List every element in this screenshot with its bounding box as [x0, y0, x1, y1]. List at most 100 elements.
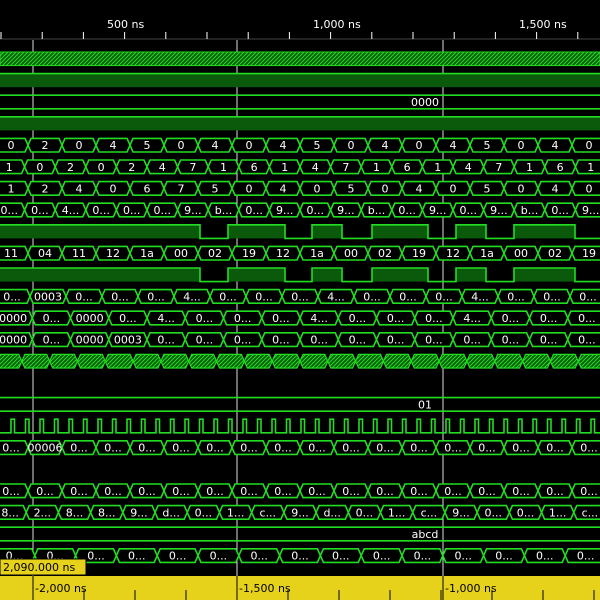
bus-value: 4 — [465, 161, 472, 174]
bus-value: 4 — [450, 139, 457, 152]
bus-value: 4 — [416, 182, 423, 195]
bus-value: 00006 — [28, 442, 63, 455]
hatched-segment — [438, 353, 468, 369]
row-const-01[interactable]: 01 — [0, 396, 600, 413]
bus-value: 0... — [274, 485, 292, 498]
bus-value: 8... — [98, 506, 116, 519]
bus-value: 0... — [169, 550, 187, 563]
bus-value: 0... — [196, 334, 214, 347]
bus-value: 4... — [157, 312, 175, 325]
bus-value: 4... — [310, 312, 328, 325]
row-bus-j[interactable]: 0... 0... 0... 0... 0... 0... 0... 0... 0... 0...… — [0, 483, 600, 499]
bus-value: 0... — [485, 506, 503, 519]
row-hatched-14[interactable] — [0, 353, 600, 369]
bus-value: 0 — [36, 161, 43, 174]
bus-value: 00 — [344, 247, 358, 260]
cursor-time-label[interactable]: 2,090.000 ns — [0, 558, 87, 576]
bus-value: 12 — [106, 247, 120, 260]
bus-value: 0 — [246, 182, 253, 195]
bus-value: 2 — [128, 161, 135, 174]
cursor-time-value: 2,090.000 ns — [3, 561, 75, 574]
row-digital-8[interactable] — [0, 224, 600, 240]
bus-value: 1a — [480, 247, 494, 260]
bus-value: 0... — [478, 485, 496, 498]
row-flat-3[interactable] — [0, 116, 600, 131]
bus-value: 7 — [495, 161, 502, 174]
bus-value: 11 — [72, 247, 86, 260]
row-bus-l[interactable]: 0... 0... 0... 0... 0... 0... 0... 0... 0... 0...… — [0, 548, 600, 564]
hatched-segment — [271, 353, 301, 369]
bus-value: 0000 — [76, 312, 104, 325]
row-bus-b[interactable]: 1 0 2 0 2 4 7 1 6 1 4 7 1 6 1 4 7 1 6 1 — [0, 159, 600, 175]
row-bus-d[interactable]: 0... 0... 4... 0... 0... 0... 9... b... 0... 9...… — [0, 202, 600, 218]
row-bus-k[interactable]: 8... 2... 8... 8... 9... d... 0... 1... c... 9...… — [0, 504, 600, 520]
bus-value: 0... — [240, 485, 258, 498]
row-bus-e[interactable]: 11 04 11 12 1a 00 02 19 12 1a 00 02 19 12 1a 00 02 19 — [0, 245, 600, 261]
bus-value: 0... — [138, 485, 156, 498]
bus-value: 0... — [43, 334, 61, 347]
bus-value: 6 — [144, 182, 151, 195]
bus-value: 0... — [460, 204, 478, 217]
row-bus-a[interactable]: 0 2 0 4 5 0 4 0 4 5 0 4 0 4 5 0 4 0 — [0, 137, 600, 153]
bus-value: 4 — [76, 182, 83, 195]
bus-value: 0... — [70, 442, 88, 455]
bus-value: 1 — [434, 161, 441, 174]
bus-value: 0... — [310, 334, 328, 347]
bus-value: 0 — [518, 139, 525, 152]
bus-value: 0... — [517, 506, 535, 519]
bus-value: 0... — [272, 312, 290, 325]
bus-value: 0... — [495, 550, 513, 563]
row-const-0000[interactable]: 0000 — [0, 94, 600, 110]
bus-value: 0... — [410, 442, 428, 455]
bus-value: 0... — [138, 442, 156, 455]
waveform-canvas[interactable]: 500 ns 1,000 ns 1,500 ns00000 2 0 4 5 0 4 0 4 5 0 4 0 4… — [0, 0, 600, 600]
bus-value: 0... — [172, 442, 190, 455]
bus-value: 0 — [178, 139, 185, 152]
bus-value: 0... — [234, 312, 252, 325]
bottom-ruler-tick-label: -2,000 ns — [35, 582, 87, 595]
bus-value: 0003 — [114, 334, 142, 347]
bus-value: 0... — [308, 485, 326, 498]
hatched-segment — [48, 353, 79, 369]
hatched-segment — [354, 353, 385, 369]
bus-value: 0... — [70, 485, 88, 498]
row-hatched-0[interactable] — [0, 51, 600, 67]
bus-value: d... — [323, 506, 340, 519]
bus-value: 9... — [452, 506, 470, 519]
bus-value: 0... — [307, 204, 325, 217]
bus-value: 5 — [484, 182, 491, 195]
bus-value: 0... — [579, 290, 597, 303]
bottom-time-ruler[interactable]: -2,000 ns -1,500 ns -1,000 ns — [0, 576, 600, 600]
row-bus-h[interactable]: 0000 0... 0000 0003 0... 0... 0... 0... 0... 0...… — [0, 332, 600, 348]
bus-value: 0 — [382, 182, 389, 195]
waveform-viewer[interactable]: 500 ns 1,000 ns 1,500 ns 0000 0 2 0 4 5 0 4 0 4 5 0 4 0 4… — [0, 0, 600, 600]
bus-value: 0 — [518, 182, 525, 195]
bus-value: 0... — [578, 334, 596, 347]
bus-value: 02 — [378, 247, 392, 260]
row-flat-1[interactable] — [0, 72, 600, 88]
row-bus-f[interactable]: 0... 0003 0... 0... 0... 4... 0... 0... 0... 4...… — [0, 288, 600, 304]
bus-value: 4 — [159, 161, 166, 174]
bus-value: 0... — [363, 290, 381, 303]
row-clock-17[interactable] — [0, 418, 600, 434]
bus-value: 19 — [412, 247, 426, 260]
hatched-segment — [577, 353, 600, 369]
bus-value: 0000 — [76, 334, 104, 347]
top-time-ruler[interactable]: 500 ns 1,000 ns 1,500 ns — [0, 0, 600, 40]
bus-value: 0... — [1, 204, 19, 217]
bus-value: 4 — [280, 139, 287, 152]
bus-value: 6 — [557, 161, 564, 174]
bus-value: 0... — [291, 290, 309, 303]
bus-value: 7 — [342, 161, 349, 174]
row-const-abcd[interactable]: abcd — [0, 526, 600, 542]
row-digital-10[interactable] — [0, 267, 600, 283]
hatched-segment — [21, 353, 51, 369]
bus-value: 0 — [450, 182, 457, 195]
row-bus-i[interactable]: 0... 00006 0... 0... 0... 0... 0... 0... 0... 0..… — [0, 440, 600, 456]
row-bus-c[interactable]: 1 2 4 0 6 7 5 0 4 0 5 0 4 0 5 0 4 0 — [0, 180, 600, 196]
bus-value: 0... — [478, 442, 496, 455]
hatched-segment — [521, 353, 552, 369]
bus-value: 0... — [308, 442, 326, 455]
bus-value: 0... — [332, 550, 350, 563]
row-bus-g[interactable]: 0000 0... 0000 0... 4... 0... 0... 0... 4... 0...… — [0, 310, 600, 326]
